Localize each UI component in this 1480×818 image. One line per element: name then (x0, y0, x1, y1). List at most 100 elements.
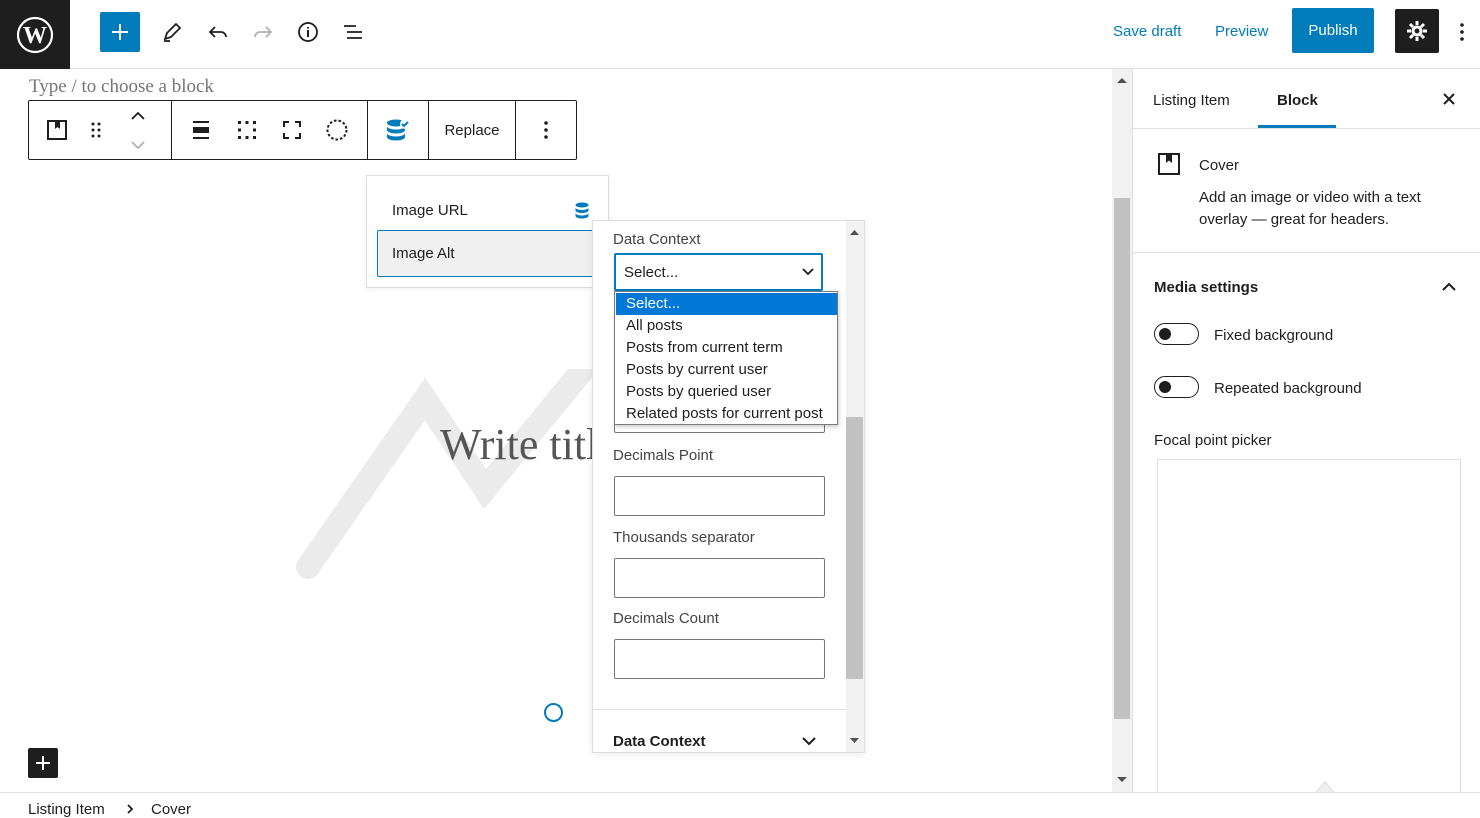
scroll-down-arrow-icon[interactable] (850, 738, 859, 744)
chevron-down-icon[interactable] (802, 737, 816, 746)
add-block-button[interactable] (100, 12, 140, 52)
gear-icon (1407, 21, 1427, 41)
dashed-circle-icon (326, 119, 348, 141)
option-all-posts[interactable]: All posts (616, 315, 837, 337)
list-view-button[interactable] (335, 14, 371, 50)
data-context-panel-toggle[interactable]: Data Context (613, 733, 706, 750)
focal-point-picker[interactable] (1157, 459, 1461, 792)
undo-button[interactable] (200, 14, 236, 50)
decimals-point-label: Decimals Point (613, 447, 714, 464)
edit-tool-button[interactable] (154, 14, 190, 50)
move-down-button[interactable] (121, 130, 155, 159)
drag-handle-icon (91, 122, 101, 138)
toolbar-divider (367, 101, 368, 159)
popover-scrollbar-thumb[interactable] (846, 417, 863, 679)
divider (1133, 252, 1480, 253)
editor-scrollbar-thumb[interactable] (1114, 198, 1130, 719)
wordpress-logo-icon[interactable]: W (0, 0, 70, 69)
chevron-up-icon (131, 111, 145, 120)
toolbar-divider (515, 101, 516, 159)
dynamic-data-button[interactable] (379, 101, 417, 159)
settings-button[interactable] (1395, 9, 1439, 53)
top-toolbar: W Save draft Preview Publish (0, 0, 1480, 69)
drag-handle[interactable] (81, 101, 111, 159)
dynamic-field-image-alt[interactable]: Image Alt (377, 230, 597, 277)
dynamic-field-label: Image URL (392, 201, 468, 219)
breadcrumb-item-listing-item[interactable]: Listing Item (28, 801, 105, 818)
database-check-icon (575, 202, 589, 219)
toggle-knob (1159, 381, 1171, 393)
divider (593, 709, 846, 710)
content-position-button[interactable] (229, 101, 265, 159)
database-check-icon (387, 119, 410, 141)
tab-listing-item[interactable]: Listing Item (1153, 92, 1230, 109)
dynamic-field-image-url[interactable]: Image URL (378, 187, 598, 233)
toolbar-divider (171, 101, 172, 159)
position-grid-icon (238, 121, 256, 139)
option-posts-by-current-user[interactable]: Posts by current user (616, 359, 837, 381)
svg-text:W: W (23, 23, 47, 49)
close-icon[interactable] (1442, 92, 1456, 106)
editor-canvas: Type / to choose a block Write titl Repl… (0, 69, 1112, 792)
more-vertical-icon (544, 121, 548, 139)
fixed-background-toggle[interactable] (1154, 323, 1199, 345)
decimals-point-input[interactable] (614, 476, 825, 516)
select-value: Select... (624, 263, 679, 281)
full-height-button[interactable] (274, 101, 310, 159)
replace-button[interactable]: Replace (429, 101, 515, 159)
align-button[interactable] (183, 101, 219, 159)
plus-icon (36, 756, 50, 770)
option-related-posts[interactable]: Related posts for current post (616, 403, 837, 425)
focal-point-handle[interactable] (1316, 780, 1334, 792)
chevron-right-icon (127, 804, 134, 814)
add-block-inline-button[interactable] (28, 748, 58, 778)
duotone-button[interactable] (319, 101, 355, 159)
block-card-description: Add an image or video with a text overla… (1199, 189, 1421, 228)
scroll-up-arrow-icon[interactable] (850, 229, 859, 235)
media-settings-title[interactable]: Media settings (1154, 279, 1258, 296)
undo-icon (208, 26, 227, 38)
cover-block-icon (1158, 153, 1180, 175)
decimals-count-input[interactable] (614, 639, 825, 679)
fixed-background-label: Fixed background (1214, 327, 1334, 344)
cover-title-placeholder[interactable]: Write titl (440, 419, 598, 470)
options-menu-button[interactable] (1447, 14, 1477, 50)
list-view-icon (344, 25, 362, 39)
thousands-separator-input[interactable] (614, 558, 825, 598)
data-context-options-list: Select... All posts Posts from current t… (614, 291, 838, 425)
block-type-button[interactable] (37, 101, 77, 159)
block-appender-hint[interactable]: Type / to choose a block (29, 76, 214, 98)
tab-block[interactable]: Block (1277, 92, 1318, 109)
fullscreen-icon (283, 121, 301, 139)
details-button[interactable] (290, 14, 326, 50)
data-context-label: Data Context (613, 231, 701, 248)
preview-button[interactable]: Preview (1215, 23, 1268, 40)
option-select[interactable]: Select... (616, 293, 837, 315)
cover-block-icon (47, 120, 67, 140)
focal-point-picker-label: Focal point picker (1154, 432, 1272, 449)
option-posts-by-queried-user[interactable]: Posts by queried user (616, 381, 837, 403)
move-up-button[interactable] (121, 101, 155, 130)
cover-placeholder-illustration (296, 369, 600, 579)
publish-button[interactable]: Publish (1292, 8, 1374, 53)
redo-button[interactable] (245, 14, 281, 50)
repeated-background-label: Repeated background (1214, 380, 1362, 397)
breadcrumb-item-cover[interactable]: Cover (151, 801, 191, 818)
plus-icon (112, 24, 128, 40)
pencil-icon (163, 22, 182, 42)
chevron-up-icon[interactable] (1442, 282, 1456, 291)
redo-icon (254, 26, 273, 38)
scroll-down-arrow-icon[interactable] (1117, 777, 1127, 783)
block-options-button[interactable] (529, 101, 563, 159)
repeated-background-toggle[interactable] (1154, 376, 1199, 398)
divider (1133, 128, 1480, 129)
block-card-title: Cover (1199, 157, 1240, 174)
chevron-down-icon (802, 268, 814, 276)
data-context-select[interactable]: Select... (614, 253, 823, 291)
more-vertical-icon (1460, 23, 1464, 41)
scroll-up-arrow-icon[interactable] (1117, 77, 1127, 83)
loading-spinner (544, 703, 563, 722)
option-posts-from-current-term[interactable]: Posts from current term (616, 337, 837, 359)
save-draft-button[interactable]: Save draft (1113, 23, 1181, 40)
breadcrumb: Listing Item Cover (0, 792, 1480, 818)
